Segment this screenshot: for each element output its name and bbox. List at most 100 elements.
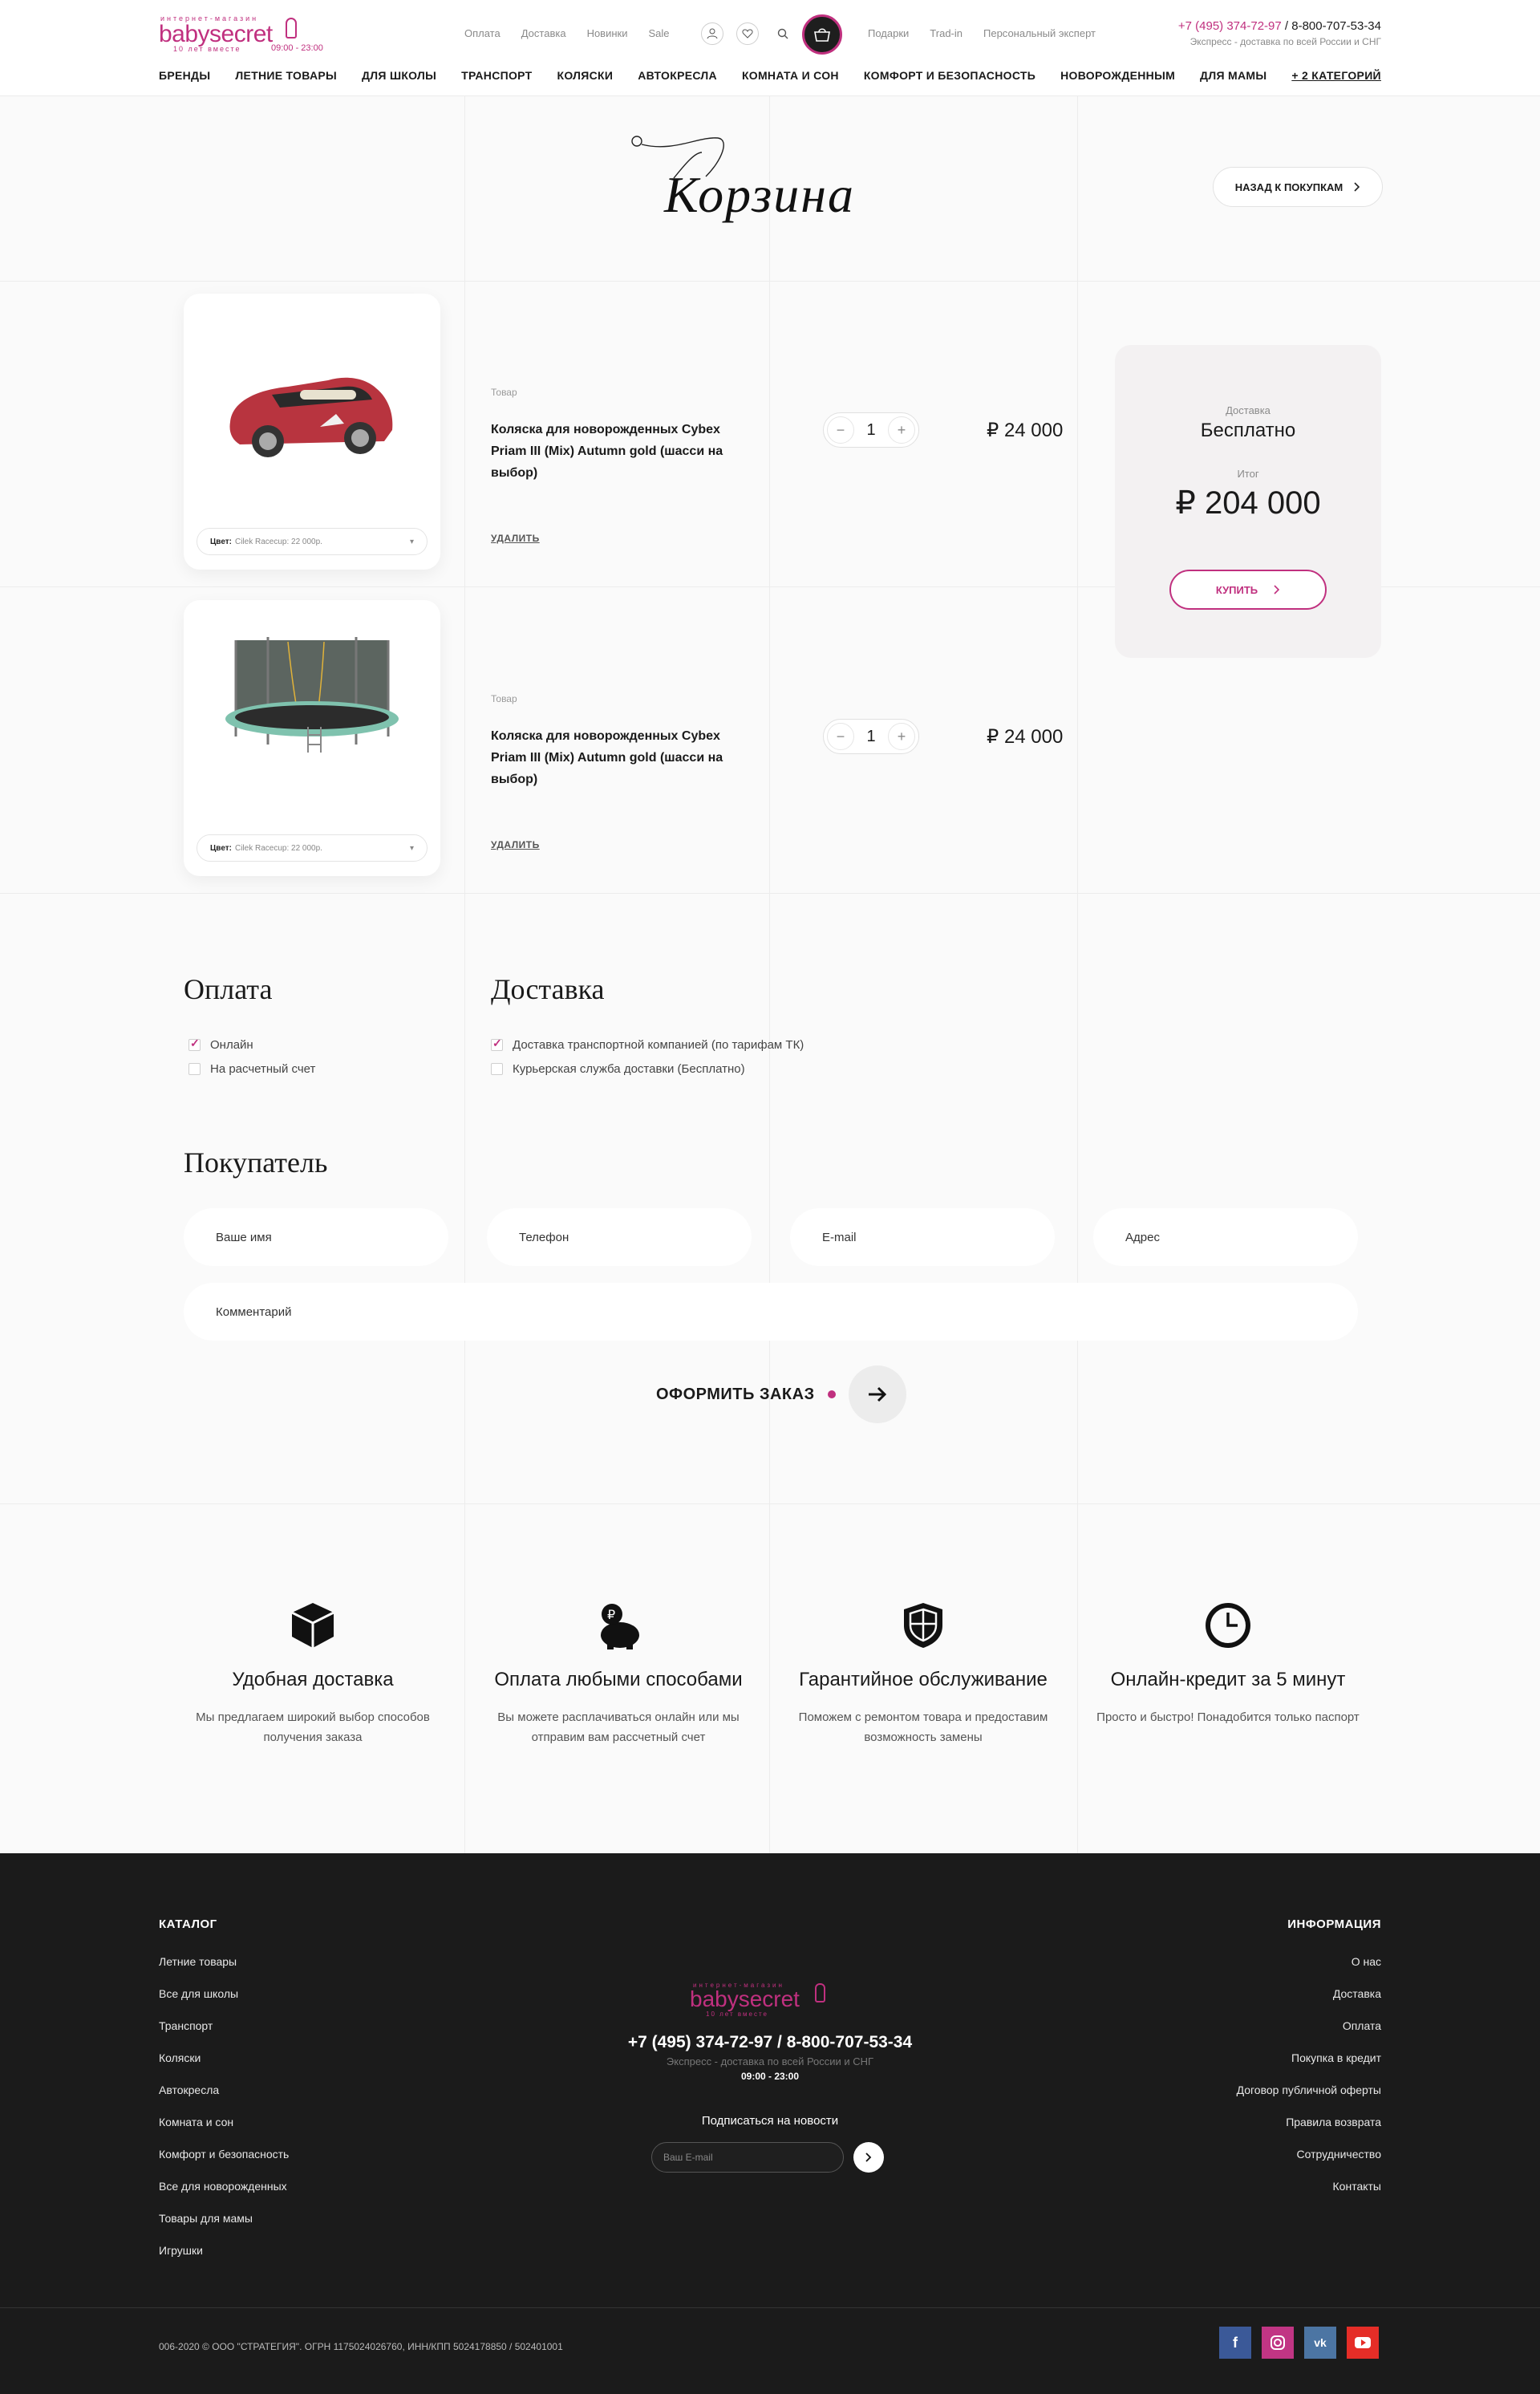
footer-catalog-link[interactable]: Летние товары (159, 1946, 289, 1978)
footer-info-link[interactable]: Контакты (1237, 2170, 1381, 2202)
logo[interactable]: интернет-магазин babysecret 10 лет вмест… (159, 14, 335, 56)
page-title: Корзина (626, 120, 898, 249)
color-select[interactable]: Цвет: Cilek Racecup: 22 000р. ▾ (197, 528, 428, 555)
phone-field[interactable]: Телефон (487, 1208, 752, 1266)
decrement-button[interactable]: − (827, 723, 854, 750)
category-item[interactable]: КОМНАТА И СОН (742, 69, 839, 82)
buy-label: КУПИТЬ (1215, 583, 1258, 596)
top-nav-item[interactable]: Подарки (868, 27, 909, 39)
top-nav-item[interactable]: Trad-in (930, 27, 962, 39)
category-item[interactable]: ТРАНСПОРТ (461, 69, 532, 82)
checkbox-checked[interactable] (491, 1037, 503, 1051)
feature-title: Оплата любыми способами (494, 1669, 743, 1690)
increment-button[interactable]: + (888, 416, 915, 444)
delivery-option-label: Доставка транспортной компанией (по тари… (513, 1038, 804, 1052)
footer-catalog-link[interactable]: Все для школы (159, 1978, 289, 2010)
comment-field[interactable]: Комментарий (184, 1283, 1358, 1341)
facebook-icon[interactable]: f (1219, 2327, 1251, 2359)
footer-catalog-link[interactable]: Автокресла (159, 2074, 289, 2106)
order-summary: Доставка Бесплатно Итог ₽ 204 000 КУПИТЬ (1115, 345, 1381, 658)
footer-info-link[interactable]: Правила возврата (1237, 2106, 1381, 2138)
footer-logo-word: babysecret (690, 1986, 800, 2011)
category-item[interactable]: НОВОРОЖДЕННЫМ (1060, 69, 1175, 82)
category-item[interactable]: ЛЕТНИЕ ТОВАРЫ (235, 69, 337, 82)
decrement-button[interactable]: − (827, 416, 854, 444)
feature-title: Удобная доставка (232, 1669, 394, 1690)
category-item-more[interactable]: + 2 КАТЕГОРИЙ (1291, 69, 1381, 82)
remove-item-button[interactable]: УДАЛИТЬ (491, 839, 540, 850)
logo-figure-icon (815, 1983, 825, 2002)
vk-icon[interactable]: vk (1304, 2327, 1336, 2359)
feature-title: Гарантийное обслуживание (799, 1669, 1048, 1690)
checkbox-checked[interactable] (188, 1037, 201, 1051)
increment-button[interactable]: + (888, 723, 915, 750)
feature-text: Просто и быстро! Понадобится только пасп… (1096, 1710, 1360, 1724)
footer-catalog-link[interactable]: Комфорт и безопасность (159, 2138, 289, 2170)
instagram-icon[interactable] (1262, 2327, 1294, 2359)
footer-info-link[interactable]: Договор публичной оферты (1237, 2074, 1381, 2106)
footer-catalog-link[interactable]: Комната и сон (159, 2106, 289, 2138)
checkbox[interactable] (188, 1063, 201, 1075)
footer-catalog-link[interactable]: Все для новорожденных (159, 2170, 289, 2202)
payment-title: Оплата (184, 973, 273, 1005)
category-item[interactable]: АВТОКРЕСЛА (638, 69, 717, 82)
quantity-value[interactable]: 1 (866, 421, 875, 440)
footer-catalog-link[interactable]: Коляски (159, 2042, 289, 2074)
buy-button[interactable]: КУПИТЬ (1169, 570, 1327, 610)
address-field[interactable]: Адрес (1093, 1208, 1358, 1266)
category-nav: БРЕНДЫ ЛЕТНИЕ ТОВАРЫ ДЛЯ ШКОЛЫ ТРАНСПОРТ… (159, 69, 1381, 82)
newsletter-email-input[interactable]: Ваш E-mail (651, 2142, 844, 2173)
footer-info-link[interactable]: Доставка (1237, 1978, 1381, 2010)
item-name[interactable]: Коляска для новорожденных Cybex Priam II… (491, 725, 748, 790)
category-item[interactable]: БРЕНДЫ (159, 69, 210, 82)
quantity-stepper: − 1 + (823, 719, 919, 754)
footer-catalog-title: КАТАЛОГ (159, 1917, 217, 1931)
top-nav-item[interactable]: Персональный эксперт (983, 27, 1096, 39)
footer-info-link[interactable]: Покупка в кредит (1237, 2042, 1381, 2074)
footer-info-link[interactable]: Оплата (1237, 2010, 1381, 2042)
phone-secondary[interactable]: 8-800-707-53-34 (1291, 19, 1381, 33)
footer-info-link[interactable]: О нас (1237, 1946, 1381, 1978)
top-nav-item[interactable]: Новинки (587, 27, 628, 39)
payment-option-invoice[interactable]: На расчетный счет (188, 1062, 315, 1076)
search-icon[interactable] (772, 22, 794, 45)
item-name[interactable]: Коляска для новорожденных Cybex Priam II… (491, 419, 748, 484)
top-nav-item[interactable]: Sale (648, 27, 669, 39)
cart-icon[interactable] (802, 14, 842, 55)
color-select[interactable]: Цвет: Cilek Racecup: 22 000р. ▾ (197, 834, 428, 862)
top-nav-item[interactable]: Доставка (521, 27, 566, 39)
back-to-shopping-button[interactable]: НАЗАД К ПОКУПКАМ (1213, 167, 1383, 207)
youtube-icon[interactable] (1347, 2327, 1379, 2359)
heart-icon[interactable] (736, 22, 759, 45)
delivery-option-transport[interactable]: Доставка транспортной компанией (по тари… (491, 1037, 804, 1052)
payment-option-online[interactable]: Онлайн (188, 1037, 253, 1052)
top-nav-item[interactable]: Оплата (464, 27, 500, 39)
item-label: Товар (491, 387, 517, 398)
divider (0, 281, 1540, 282)
category-item[interactable]: КОЛЯСКИ (557, 69, 613, 82)
top-nav-left: Оплата Доставка Новинки Sale (464, 27, 670, 39)
delivery-option-courier[interactable]: Курьерская служба доставки (Бесплатно) (491, 1062, 745, 1076)
newsletter-submit-button[interactable] (853, 2142, 884, 2173)
category-item[interactable]: КОМФОРТ И БЕЗОПАСНОСТЬ (864, 69, 1035, 82)
name-field[interactable]: Ваше имя (184, 1208, 448, 1266)
footer-catalog-link[interactable]: Товары для мамы (159, 2202, 289, 2234)
remove-item-button[interactable]: УДАЛИТЬ (491, 533, 540, 544)
footer-hours: 09:00 - 23:00 (740, 2071, 800, 2082)
category-item[interactable]: ДЛЯ ШКОЛЫ (362, 69, 436, 82)
phone-primary[interactable]: +7 (495) 374-72-97 (1178, 19, 1282, 33)
submit-order-button[interactable]: ОФОРМИТЬ ЗАКАЗ (656, 1365, 906, 1423)
cart-item-card: Цвет: Cilek Racecup: 22 000р. ▾ (184, 600, 440, 876)
quantity-value[interactable]: 1 (866, 728, 875, 746)
footer-phones[interactable]: +7 (495) 374-72-97 / 8-800-707-53-34 (529, 2033, 1011, 2052)
feature-text: Мы предлагаем широкий выбор способов пол… (196, 1710, 430, 1744)
footer-catalog-link[interactable]: Игрушки (159, 2234, 289, 2266)
email-field[interactable]: E-mail (790, 1208, 1055, 1266)
checkbox[interactable] (491, 1063, 503, 1075)
footer-phone-note: Экспресс - доставка по всей России и СНГ (666, 2055, 874, 2067)
footer-info-link[interactable]: Сотрудничество (1237, 2138, 1381, 2170)
footer-catalog-link[interactable]: Транспорт (159, 2010, 289, 2042)
footer-logo[interactable]: интернет-магазин babysecret 10 лет вмест… (690, 1982, 850, 2022)
category-item[interactable]: ДЛЯ МАМЫ (1200, 69, 1266, 82)
user-icon[interactable] (701, 22, 723, 45)
